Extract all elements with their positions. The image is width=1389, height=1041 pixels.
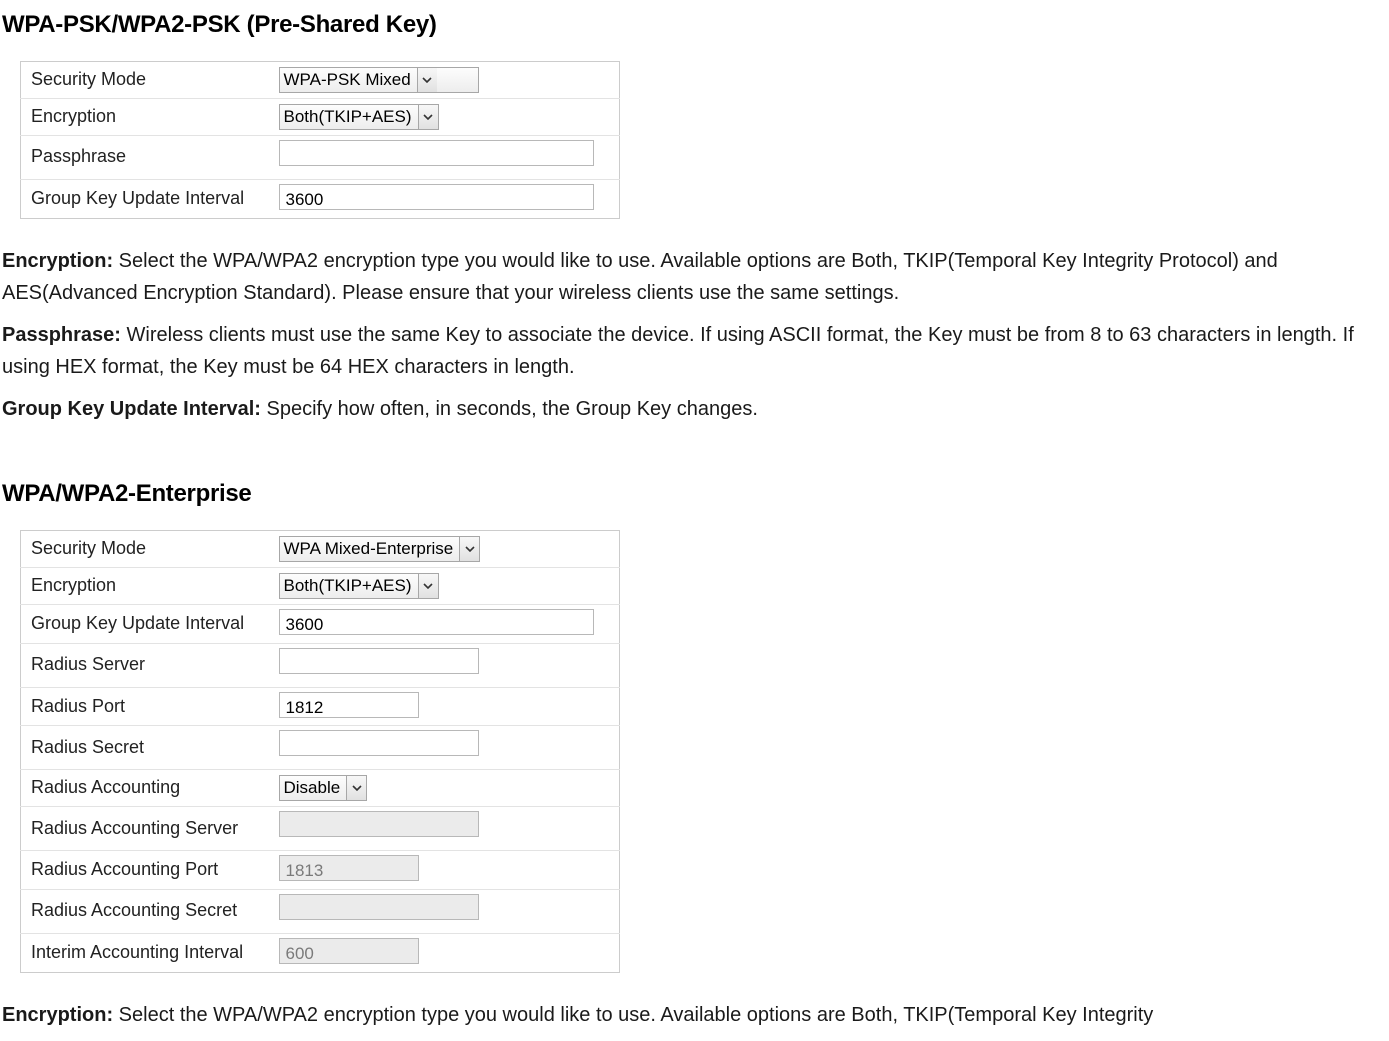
row-ent-security-mode: Security Mode WPA Mixed-Enterprise <box>21 530 620 567</box>
label-radius-accounting: Radius Accounting <box>21 770 269 807</box>
term-passphrase: Passphrase: <box>2 324 121 346</box>
label-radius-server: Radius Server <box>21 643 269 687</box>
group-key-input[interactable]: 3600 <box>279 184 594 210</box>
label-ent-security-mode: Security Mode <box>21 530 269 567</box>
row-passphrase: Passphrase <box>21 135 620 179</box>
desc-encryption: Encryption: Select the WPA/WPA2 encrypti… <box>2 245 1387 309</box>
text-ent-encryption: Select the WPA/WPA2 encryption type you … <box>113 1004 1153 1026</box>
row-group-key: Group Key Update Interval 3600 <box>21 179 620 218</box>
ent-encryption-value: Both(TKIP+AES) <box>280 573 418 599</box>
row-radius-secret: Radius Secret <box>21 726 620 770</box>
encryption-select[interactable]: Both(TKIP+AES) <box>279 104 439 130</box>
desc-passphrase: Passphrase: Wireless clients must use th… <box>2 319 1387 383</box>
chevron-down-icon <box>346 776 366 800</box>
radius-accounting-select[interactable]: Disable <box>279 775 368 801</box>
row-radius-accounting: Radius Accounting Disable <box>21 770 620 807</box>
ent-group-key-input[interactable]: 3600 <box>279 609 594 635</box>
term-ent-encryption: Encryption: <box>2 1004 113 1026</box>
interim-accounting-interval-input[interactable]: 600 <box>279 938 419 964</box>
label-radius-accounting-secret: Radius Accounting Secret <box>21 889 269 933</box>
row-radius-port: Radius Port 1812 <box>21 687 620 726</box>
row-ent-encryption: Encryption Both(TKIP+AES) <box>21 567 620 604</box>
radius-secret-input[interactable] <box>279 730 479 756</box>
chevron-down-icon <box>417 68 437 92</box>
chevron-down-icon <box>418 105 438 129</box>
label-passphrase: Passphrase <box>21 135 269 179</box>
row-radius-server: Radius Server <box>21 643 620 687</box>
row-radius-accounting-port: Radius Accounting Port 1813 <box>21 851 620 890</box>
text-encryption: Select the WPA/WPA2 encryption type you … <box>2 250 1278 304</box>
radius-accounting-secret-input[interactable] <box>279 894 479 920</box>
enterprise-settings-table: Security Mode WPA Mixed-Enterprise Encry… <box>20 530 620 973</box>
label-radius-accounting-port: Radius Accounting Port <box>21 851 269 890</box>
text-group-key: Specify how often, in seconds, the Group… <box>261 398 758 420</box>
psk-settings-table: Security Mode WPA-PSK Mixed Encryption B… <box>20 61 620 219</box>
row-interim-accounting-interval: Interim Accounting Interval 600 <box>21 933 620 972</box>
label-ent-encryption: Encryption <box>21 567 269 604</box>
radius-server-input[interactable] <box>279 648 479 674</box>
ent-security-mode-value: WPA Mixed-Enterprise <box>280 536 460 562</box>
label-radius-port: Radius Port <box>21 687 269 726</box>
chevron-down-icon <box>418 574 438 598</box>
heading-wpa-enterprise: WPA/WPA2-Enterprise <box>2 475 1387 512</box>
radius-port-input[interactable]: 1812 <box>279 692 419 718</box>
security-mode-value: WPA-PSK Mixed <box>280 67 417 93</box>
label-security-mode: Security Mode <box>21 62 269 99</box>
label-interim-accounting-interval: Interim Accounting Interval <box>21 933 269 972</box>
desc-group-key: Group Key Update Interval: Specify how o… <box>2 393 1387 425</box>
security-mode-select[interactable]: WPA-PSK Mixed <box>279 67 479 93</box>
chevron-down-icon <box>459 537 479 561</box>
radius-accounting-port-input[interactable]: 1813 <box>279 855 419 881</box>
label-ent-group-key: Group Key Update Interval <box>21 604 269 643</box>
radius-accounting-server-input[interactable] <box>279 811 479 837</box>
heading-wpa-psk: WPA-PSK/WPA2-PSK (Pre-Shared Key) <box>2 6 1387 43</box>
radius-accounting-value: Disable <box>280 775 347 801</box>
label-group-key: Group Key Update Interval <box>21 179 269 218</box>
label-encryption: Encryption <box>21 99 269 136</box>
row-security-mode: Security Mode WPA-PSK Mixed <box>21 62 620 99</box>
ent-encryption-select[interactable]: Both(TKIP+AES) <box>279 573 439 599</box>
text-passphrase: Wireless clients must use the same Key t… <box>2 324 1354 378</box>
ent-security-mode-select[interactable]: WPA Mixed-Enterprise <box>279 536 481 562</box>
row-radius-accounting-secret: Radius Accounting Secret <box>21 889 620 933</box>
row-radius-accounting-server: Radius Accounting Server <box>21 807 620 851</box>
encryption-value: Both(TKIP+AES) <box>280 104 418 130</box>
label-radius-secret: Radius Secret <box>21 726 269 770</box>
passphrase-input[interactable] <box>279 140 594 166</box>
label-radius-accounting-server: Radius Accounting Server <box>21 807 269 851</box>
term-group-key: Group Key Update Interval: <box>2 398 261 420</box>
term-encryption: Encryption: <box>2 250 113 272</box>
row-ent-group-key: Group Key Update Interval 3600 <box>21 604 620 643</box>
desc-ent-encryption: Encryption: Select the WPA/WPA2 encrypti… <box>2 999 1387 1031</box>
row-encryption: Encryption Both(TKIP+AES) <box>21 99 620 136</box>
